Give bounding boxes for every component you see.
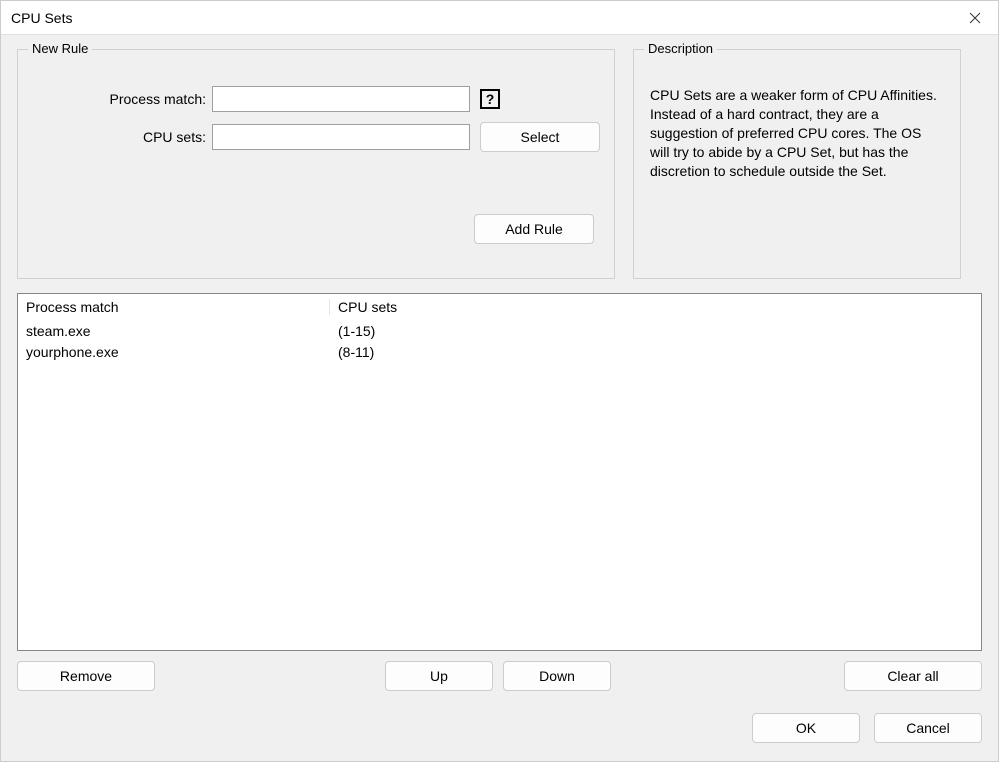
help-icon[interactable]: ? <box>480 89 500 109</box>
ok-button[interactable]: OK <box>752 713 860 743</box>
spacer <box>621 661 834 691</box>
down-button[interactable]: Down <box>503 661 611 691</box>
up-button[interactable]: Up <box>385 661 493 691</box>
add-rule-button[interactable]: Add Rule <box>474 214 594 244</box>
titlebar: CPU Sets <box>1 1 998 35</box>
dialog-window: CPU Sets New Rule Process match: ? <box>0 0 999 762</box>
cell-cpusets: (1-15) <box>330 323 981 339</box>
table-header: Process match CPU sets <box>18 294 981 321</box>
window-title: CPU Sets <box>11 10 952 26</box>
close-button[interactable] <box>952 1 998 35</box>
new-rule-legend: New Rule <box>28 41 92 56</box>
content-area: New Rule Process match: ? CPU sets: Sele… <box>1 35 998 761</box>
table-buttons-row: Remove Up Down Clear all <box>17 661 982 691</box>
table-row[interactable]: steam.exe (1-15) <box>18 321 981 342</box>
select-button[interactable]: Select <box>480 122 600 152</box>
cell-process: yourphone.exe <box>18 344 330 360</box>
column-header-cpusets[interactable]: CPU sets <box>330 299 981 315</box>
spacer <box>165 661 375 691</box>
table-row[interactable]: yourphone.exe (8-11) <box>18 342 981 363</box>
cpu-sets-input[interactable] <box>212 124 470 150</box>
cancel-button[interactable]: Cancel <box>874 713 982 743</box>
remove-button[interactable]: Remove <box>17 661 155 691</box>
rules-table: Process match CPU sets steam.exe (1-15) … <box>17 293 982 651</box>
process-match-row: Process match: ? <box>32 86 600 112</box>
column-header-process[interactable]: Process match <box>18 299 330 315</box>
dialog-buttons-row: OK Cancel <box>17 713 982 743</box>
cell-process: steam.exe <box>18 323 330 339</box>
top-row: New Rule Process match: ? CPU sets: Sele… <box>17 49 982 279</box>
new-rule-groupbox: New Rule Process match: ? CPU sets: Sele… <box>17 49 615 279</box>
help-glyph: ? <box>486 91 495 107</box>
description-groupbox: Description CPU Sets are a weaker form o… <box>633 49 961 279</box>
process-match-label: Process match: <box>32 91 212 107</box>
cell-cpusets: (8-11) <box>330 344 981 360</box>
cpu-sets-row: CPU sets: Select <box>32 122 600 152</box>
add-rule-row: Add Rule <box>32 214 600 244</box>
table-body: steam.exe (1-15) yourphone.exe (8-11) <box>18 321 981 650</box>
cpu-sets-label: CPU sets: <box>32 129 212 145</box>
clear-all-button[interactable]: Clear all <box>844 661 982 691</box>
description-text: CPU Sets are a weaker form of CPU Affini… <box>648 68 946 184</box>
close-icon <box>969 12 981 24</box>
process-match-input[interactable] <box>212 86 470 112</box>
description-legend: Description <box>644 41 717 56</box>
